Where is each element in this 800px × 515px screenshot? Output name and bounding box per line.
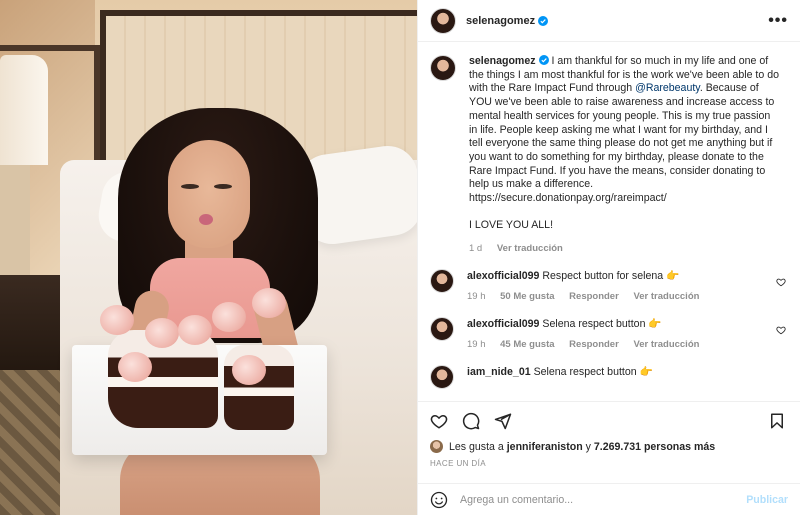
commenter-username[interactable]: iam_nide_01 (467, 366, 531, 378)
verified-badge-icon (538, 15, 549, 26)
post-side-panel: selenagomez ••• selenagomez I am thankfu… (417, 0, 800, 515)
caption-translate-button[interactable]: Ver traducción (497, 243, 563, 254)
author-avatar[interactable] (430, 7, 456, 34)
comment-like-heart-icon[interactable] (776, 277, 786, 287)
liker-avatar[interactable] (430, 440, 443, 453)
commenter-username[interactable]: alexofficial099 (467, 318, 539, 330)
comment-likes-count[interactable]: 45 Me gusta (500, 339, 554, 350)
comment-body: iam_nide_01 Selena respect button 👉 (467, 365, 767, 379)
caption-body: selenagomez I am thankful for so much in… (469, 55, 779, 233)
commenter-avatar[interactable] (430, 269, 454, 294)
photo-lamp-base (0, 165, 30, 275)
commenter-avatar[interactable] (430, 365, 454, 390)
share-send-icon[interactable] (494, 412, 512, 430)
more-options-icon[interactable]: ••• (768, 12, 788, 30)
emoji-icon[interactable] (430, 491, 448, 509)
photo-cake-rose (212, 302, 246, 332)
post-action-bar (418, 401, 800, 439)
author-username[interactable]: selenagomez (466, 15, 535, 27)
post-timestamp[interactable]: HACE UN DÍA (430, 459, 486, 468)
caption-author-avatar[interactable] (430, 55, 456, 81)
comment-bubble-icon[interactable] (462, 412, 480, 430)
photo-person-eye (214, 184, 232, 189)
caption-time[interactable]: 1 d (469, 243, 482, 254)
comment-item: alexofficial099 Selena respect button 👉 … (430, 317, 788, 350)
likes-prefix: Les gusta a (449, 440, 504, 453)
caption-closing: I LOVE YOU ALL! (469, 219, 554, 232)
comment-body: alexofficial099 Respect button for selen… (467, 269, 767, 283)
caption-meta: 1 d Ver traducción (469, 243, 779, 254)
comments-scroll-area[interactable]: selenagomez I am thankful for so much in… (418, 43, 800, 401)
likes-summary: Les gusta a jenniferaniston y 7.269.731 … (430, 440, 788, 453)
comment-item: alexofficial099 Respect button for selen… (430, 269, 788, 302)
comment-reply-button[interactable]: Responder (569, 339, 619, 350)
comment-translate-button[interactable]: Ver traducción (633, 339, 699, 350)
comment-item: iam_nide_01 Selena respect button 👉 (430, 365, 788, 390)
like-heart-icon[interactable] (430, 412, 448, 430)
comment-reply-button[interactable]: Responder (569, 291, 619, 302)
commenter-avatar[interactable] (430, 317, 454, 342)
likes-count-link[interactable]: 7.269.731 personas más (594, 441, 715, 453)
post-photo[interactable] (0, 0, 417, 515)
comment-time[interactable]: 19 h (467, 339, 486, 350)
likes-middle: y (585, 440, 591, 453)
comment-text: Selena respect button 👉 (533, 366, 653, 379)
caption-text: . Because of YOU we've been able to rais… (469, 82, 775, 191)
post-header: selenagomez ••• (418, 0, 800, 42)
comment-meta: 19 h 50 Me gusta Responder Ver traducció… (467, 291, 767, 302)
caption-author-username[interactable]: selenagomez (469, 55, 536, 67)
comment-composer: Publicar (418, 483, 800, 515)
comment-likes-count[interactable]: 50 Me gusta (500, 291, 554, 302)
comment-translate-button[interactable]: Ver traducción (633, 291, 699, 302)
photo-cake-rose (118, 352, 152, 382)
photo-cake-rose (145, 318, 179, 348)
post-caption: selenagomez I am thankful for so much in… (430, 55, 788, 254)
comment-meta: 19 h 45 Me gusta Responder Ver traducció… (467, 339, 767, 350)
author-username-text[interactable]: selenagomez (466, 15, 535, 27)
photo-person-face (168, 140, 250, 248)
photo-person-lips (199, 214, 213, 225)
photo-person-eye (181, 184, 199, 189)
photo-cake-rose (252, 288, 286, 318)
comment-like-heart-icon[interactable] (776, 325, 786, 335)
save-bookmark-icon[interactable] (768, 412, 786, 430)
photo-cake-rose (100, 305, 134, 335)
comment-input[interactable] (460, 493, 747, 506)
comment-text: Respect button for selena 👉 (542, 270, 680, 283)
caption-mention-link[interactable]: @Rarebeauty (635, 82, 700, 94)
publish-button[interactable]: Publicar (746, 494, 788, 506)
commenter-username[interactable]: alexofficial099 (467, 270, 539, 282)
comment-text: Selena respect button 👉 (542, 318, 662, 331)
verified-badge-icon (538, 55, 549, 65)
comment-body: alexofficial099 Selena respect button 👉 (467, 317, 767, 331)
photo-cake-rose (178, 315, 212, 345)
liker-username[interactable]: jenniferaniston (507, 441, 583, 453)
comment-time[interactable]: 19 h (467, 291, 486, 302)
caption-donation-link[interactable]: https://secure.donationpay.org/rareimpac… (469, 192, 667, 204)
photo-lamp-shade (0, 55, 48, 165)
photo-cake-rose (232, 355, 266, 385)
instagram-post-view: selenagomez ••• selenagomez I am thankfu… (0, 0, 800, 515)
